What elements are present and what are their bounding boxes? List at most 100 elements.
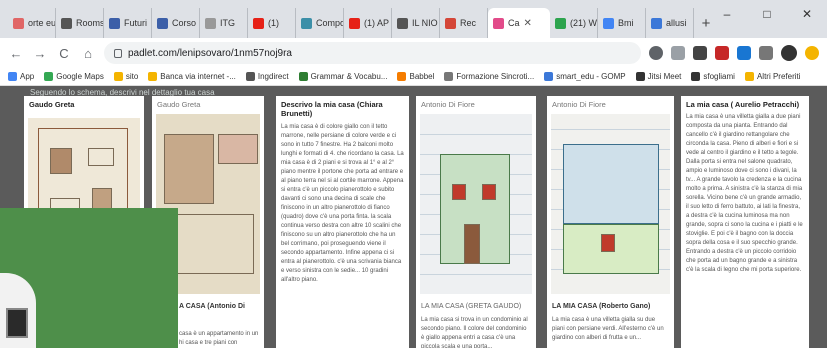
post-title: Descrivo la mia casa (Chiara Brunetti) — [281, 100, 383, 119]
post-author: Antonio Di Fiore — [552, 100, 606, 109]
post-card[interactable]: Descrivo la mia casa (Chiara Brunetti) L… — [276, 96, 409, 348]
bookmark-icon — [544, 72, 554, 81]
window-controls: – □ ✕ — [707, 0, 827, 28]
bookmarks-bar: App Google Maps sito Banca via internet -..… — [0, 68, 827, 86]
forward-button[interactable]: → — [32, 46, 48, 61]
home-button[interactable]: ⌂ — [80, 46, 96, 61]
minimize-button[interactable]: – — [707, 0, 747, 28]
bookmark-label: App — [20, 72, 35, 81]
post-author: Antonio Di Fiore — [421, 100, 475, 109]
bookmark-label: Grammar & Vocabu... — [310, 72, 388, 81]
tab-favicon-icon — [603, 17, 614, 29]
post-card[interactable]: La mia casa ( Aurelio Petracchi) La mia … — [681, 96, 809, 348]
browser-tab[interactable]: (1) AP — [344, 8, 392, 38]
tab-favicon-icon — [445, 17, 456, 29]
post-title: La mia casa ( Aurelio Petracchi) — [686, 100, 800, 109]
browser-tab[interactable]: allusi — [646, 8, 694, 38]
tab-favicon-icon — [13, 17, 24, 29]
tab-label: orte eu — [28, 18, 56, 28]
webcam-device — [6, 308, 28, 338]
bookmark-item[interactable]: Google Maps — [44, 72, 104, 81]
tab-favicon-icon — [205, 17, 216, 29]
tab-label: Rec — [460, 18, 477, 28]
tab-favicon-icon — [397, 17, 408, 29]
browser-tab[interactable]: Rooms — [56, 8, 104, 38]
bookmark-icon — [8, 72, 17, 81]
tab-favicon-icon — [301, 17, 312, 29]
bookmark-label: Formazione Sincroti... — [456, 72, 535, 81]
tab-label: Rooms — [76, 18, 104, 28]
bookmark-item[interactable]: Banca via internet -... — [148, 72, 236, 81]
bookmark-item[interactable]: Altri Preferiti — [744, 72, 801, 81]
maximize-button[interactable]: □ — [747, 0, 787, 28]
browser-tab[interactable]: (1) — [248, 8, 296, 38]
bookmark-item[interactable]: App — [8, 72, 34, 81]
menu-icon[interactable] — [805, 46, 819, 60]
tab-favicon-icon — [493, 17, 504, 29]
tab-favicon-icon — [157, 17, 168, 29]
bookmark-item[interactable]: Babbel — [397, 72, 434, 81]
bookmark-item[interactable]: sito — [113, 72, 139, 81]
post-title: LA MIA CASA (GRETA GAUDO) — [421, 303, 522, 310]
post-card[interactable]: Antonio Di Fiore LA MIA CASA (Roberto Ga… — [547, 96, 674, 348]
bookmark-icon — [397, 72, 407, 81]
browser-tab[interactable]: Bmi — [598, 8, 646, 38]
bookmark-icon — [444, 72, 454, 81]
browser-tab[interactable]: Corso — [152, 8, 200, 38]
bookmark-item[interactable]: Jitsi Meet — [635, 72, 681, 81]
bookmark-item[interactable]: Ingdirect — [245, 72, 289, 81]
bookmark-item[interactable]: smart_edu - GOMP — [544, 72, 626, 81]
pdf-extension-icon[interactable] — [715, 46, 729, 60]
bookmark-label: sito — [125, 72, 139, 81]
tab-favicon-icon — [555, 17, 566, 29]
post-body: La mia casa si trova in un condominio al… — [421, 317, 528, 348]
profile-avatar[interactable] — [781, 45, 797, 61]
reload-button[interactable]: C — [56, 46, 72, 61]
tab-close-icon[interactable]: ✕ — [524, 18, 532, 29]
browser-tab[interactable]: orte eu — [8, 8, 56, 38]
zoom-icon[interactable] — [649, 46, 663, 60]
lock-icon — [114, 48, 122, 58]
bookmark-label: Banca via internet -... — [160, 72, 236, 81]
tab-favicon-icon — [349, 17, 360, 29]
tab-label: (1) AP — [364, 18, 390, 28]
tab-label: Compo — [316, 18, 344, 28]
tab-favicon-icon — [253, 17, 264, 29]
tab-favicon-icon — [651, 17, 662, 29]
bookmark-icon — [44, 72, 54, 81]
browser-tab[interactable]: Futuri — [104, 8, 152, 38]
post-card[interactable]: Antonio Di Fiore LA MIA CASA (GRETA GAUD… — [416, 96, 536, 348]
post-body: casa è un appartamento in un hi casa e t… — [179, 331, 259, 346]
bookmark-label: Ingdirect — [257, 72, 289, 81]
browser-toolbar: ← → C ⌂ padlet.com/lenipsovaro/1nm57noj9… — [0, 38, 827, 68]
bookmark-icon — [691, 72, 701, 81]
bookmark-item[interactable]: sfogliami — [691, 72, 735, 81]
browser-tab[interactable]: Compo — [296, 8, 344, 38]
house-drawing-image — [420, 114, 532, 294]
close-window-button[interactable]: ✕ — [787, 0, 827, 28]
browser-tab[interactable]: Rec — [440, 8, 488, 38]
star-icon[interactable] — [671, 46, 685, 60]
post-author: Gaudo Greta — [29, 100, 75, 109]
bookmark-label: smart_edu - GOMP — [556, 72, 626, 81]
back-button[interactable]: ← — [8, 46, 24, 61]
bookmark-label: sfogliami — [703, 72, 735, 81]
pen-extension-icon[interactable] — [737, 46, 751, 60]
tab-label: Bmi — [618, 18, 634, 28]
bookmark-label: Google Maps — [56, 72, 104, 81]
post-title: A CASA (Antonio Di — [179, 303, 245, 310]
post-author: Gaudo Greta — [157, 100, 201, 109]
address-bar[interactable]: padlet.com/lenipsovaro/1nm57noj9ra — [104, 42, 641, 64]
browser-tab[interactable]: IL NIO — [392, 8, 440, 38]
bookmark-icon — [744, 72, 754, 81]
extension-icon[interactable] — [693, 46, 707, 60]
browser-tab[interactable]: (21) W — [550, 8, 598, 38]
url-text: padlet.com/lenipsovaro/1nm57noj9ra — [128, 47, 292, 59]
post-body: La mia casa è una villetta gialla su due… — [552, 317, 664, 341]
browser-tab[interactable]: ITG — [200, 8, 248, 38]
tab-label: Futuri — [124, 18, 148, 28]
bookmark-item[interactable]: Grammar & Vocabu... — [298, 72, 388, 81]
browser-tab[interactable]: Ca ✕ — [488, 8, 550, 38]
puzzle-icon[interactable] — [759, 46, 773, 60]
bookmark-item[interactable]: Formazione Sincroti... — [444, 72, 534, 81]
